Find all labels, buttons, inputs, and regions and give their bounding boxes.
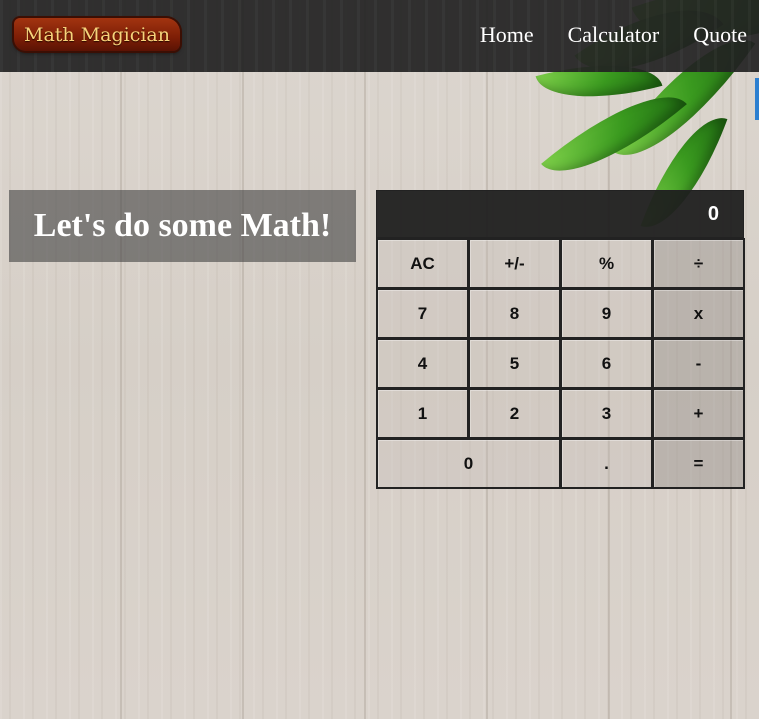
nav-link-calculator[interactable]: Calculator <box>568 22 660 48</box>
key-multiply[interactable]: x <box>652 288 745 339</box>
nav-link-quote[interactable]: Quote <box>693 22 747 48</box>
key-add[interactable]: + <box>652 388 745 439</box>
key-5[interactable]: 5 <box>468 338 561 389</box>
key-equals[interactable]: = <box>652 438 745 489</box>
key-sign-toggle[interactable]: +/- <box>468 238 561 289</box>
nav-link-home[interactable]: Home <box>480 22 534 48</box>
key-1[interactable]: 1 <box>376 388 469 439</box>
nav-links: Home Calculator Quote <box>480 22 747 48</box>
key-4[interactable]: 4 <box>376 338 469 389</box>
logo[interactable]: Math Magician <box>14 18 180 51</box>
display-value: 0 <box>707 202 719 225</box>
key-9[interactable]: 9 <box>560 288 653 339</box>
key-7[interactable]: 7 <box>376 288 469 339</box>
hero-banner: Let's do some Math! <box>9 190 356 262</box>
key-0[interactable]: 0 <box>376 438 561 489</box>
key-divide[interactable]: ÷ <box>652 238 745 289</box>
key-clear[interactable]: AC <box>376 238 469 289</box>
key-decimal[interactable]: . <box>560 438 653 489</box>
key-6[interactable]: 6 <box>560 338 653 389</box>
key-2[interactable]: 2 <box>468 388 561 439</box>
key-8[interactable]: 8 <box>468 288 561 339</box>
navbar: Math Magician Home Calculator Quote <box>0 0 759 72</box>
page-title: Let's do some Math! <box>33 207 332 244</box>
key-percent[interactable]: % <box>560 238 653 289</box>
key-3[interactable]: 3 <box>560 388 653 439</box>
key-subtract[interactable]: - <box>652 338 745 389</box>
calculator-display: 0 <box>376 190 744 238</box>
calculator: 0 AC +/- % ÷ 7 8 9 x 4 5 6 - 1 2 3 + 0 .… <box>376 190 745 489</box>
logo-text: Math Magician <box>24 23 170 46</box>
calculator-keypad: AC +/- % ÷ 7 8 9 x 4 5 6 - 1 2 3 + 0 . = <box>376 238 745 489</box>
